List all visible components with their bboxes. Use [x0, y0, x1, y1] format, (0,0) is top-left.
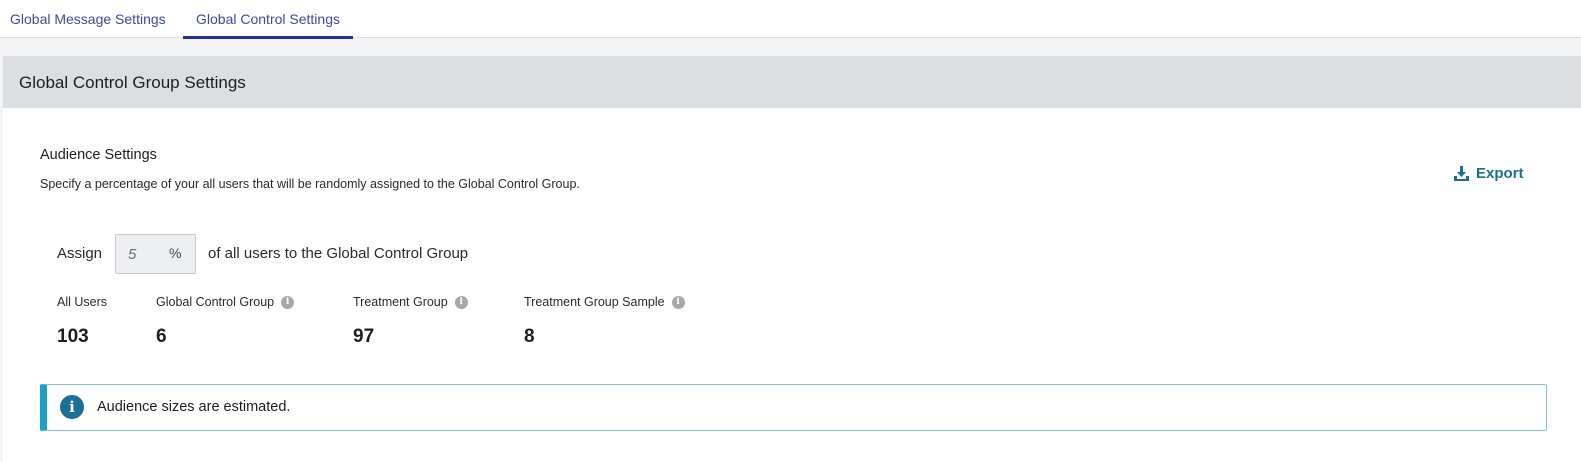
- audience-settings-title: Audience Settings: [40, 147, 157, 163]
- audience-settings-description: Specify a percentage of your all users t…: [40, 177, 580, 191]
- stat-all-users: All Users 103: [57, 294, 107, 348]
- notice-text: Audience sizes are estimated.: [97, 399, 291, 415]
- export-label: Export: [1476, 164, 1524, 182]
- stat-value: 6: [156, 326, 167, 347]
- estimate-notice: i Audience sizes are estimated.: [40, 384, 1547, 431]
- info-icon[interactable]: i: [671, 295, 685, 309]
- info-icon[interactable]: i: [454, 295, 468, 309]
- percent-sign: %: [169, 245, 182, 261]
- tab-global-message-settings[interactable]: Global Message Settings: [10, 0, 167, 38]
- percentage-field: %: [115, 234, 196, 274]
- download-icon: [1454, 165, 1469, 181]
- tab-bar: Global Message Settings Global Control S…: [0, 0, 1581, 39]
- info-icon: i: [60, 395, 84, 419]
- panel-title: Global Control Group Settings: [19, 73, 246, 92]
- panel-header: Global Control Group Settings: [3, 56, 1581, 108]
- info-icon[interactable]: i: [281, 295, 295, 309]
- stat-global-control-group: Global Control Group i 6: [156, 294, 295, 348]
- stat-value: 97: [353, 326, 375, 347]
- global-control-group-panel: Global Control Group Settings Audience S…: [3, 56, 1581, 462]
- stat-treatment-group-sample: Treatment Group Sample i 8: [524, 294, 685, 348]
- assign-suffix: of all users to the Global Control Group: [208, 245, 469, 262]
- stat-label: Global Control Group: [156, 295, 275, 309]
- stat-value: 8: [524, 326, 535, 347]
- assign-prefix: Assign: [57, 245, 103, 262]
- tab-global-control-settings[interactable]: Global Control Settings: [183, 0, 353, 39]
- stat-label: Treatment Group Sample: [524, 295, 665, 309]
- stat-value: 103: [57, 326, 89, 347]
- stat-label: Treatment Group: [353, 295, 448, 309]
- stat-label: All Users: [57, 295, 108, 309]
- stat-treatment-group: Treatment Group i 97: [353, 294, 468, 348]
- percentage-input[interactable]: [116, 235, 166, 273]
- export-button[interactable]: Export: [1453, 162, 1524, 184]
